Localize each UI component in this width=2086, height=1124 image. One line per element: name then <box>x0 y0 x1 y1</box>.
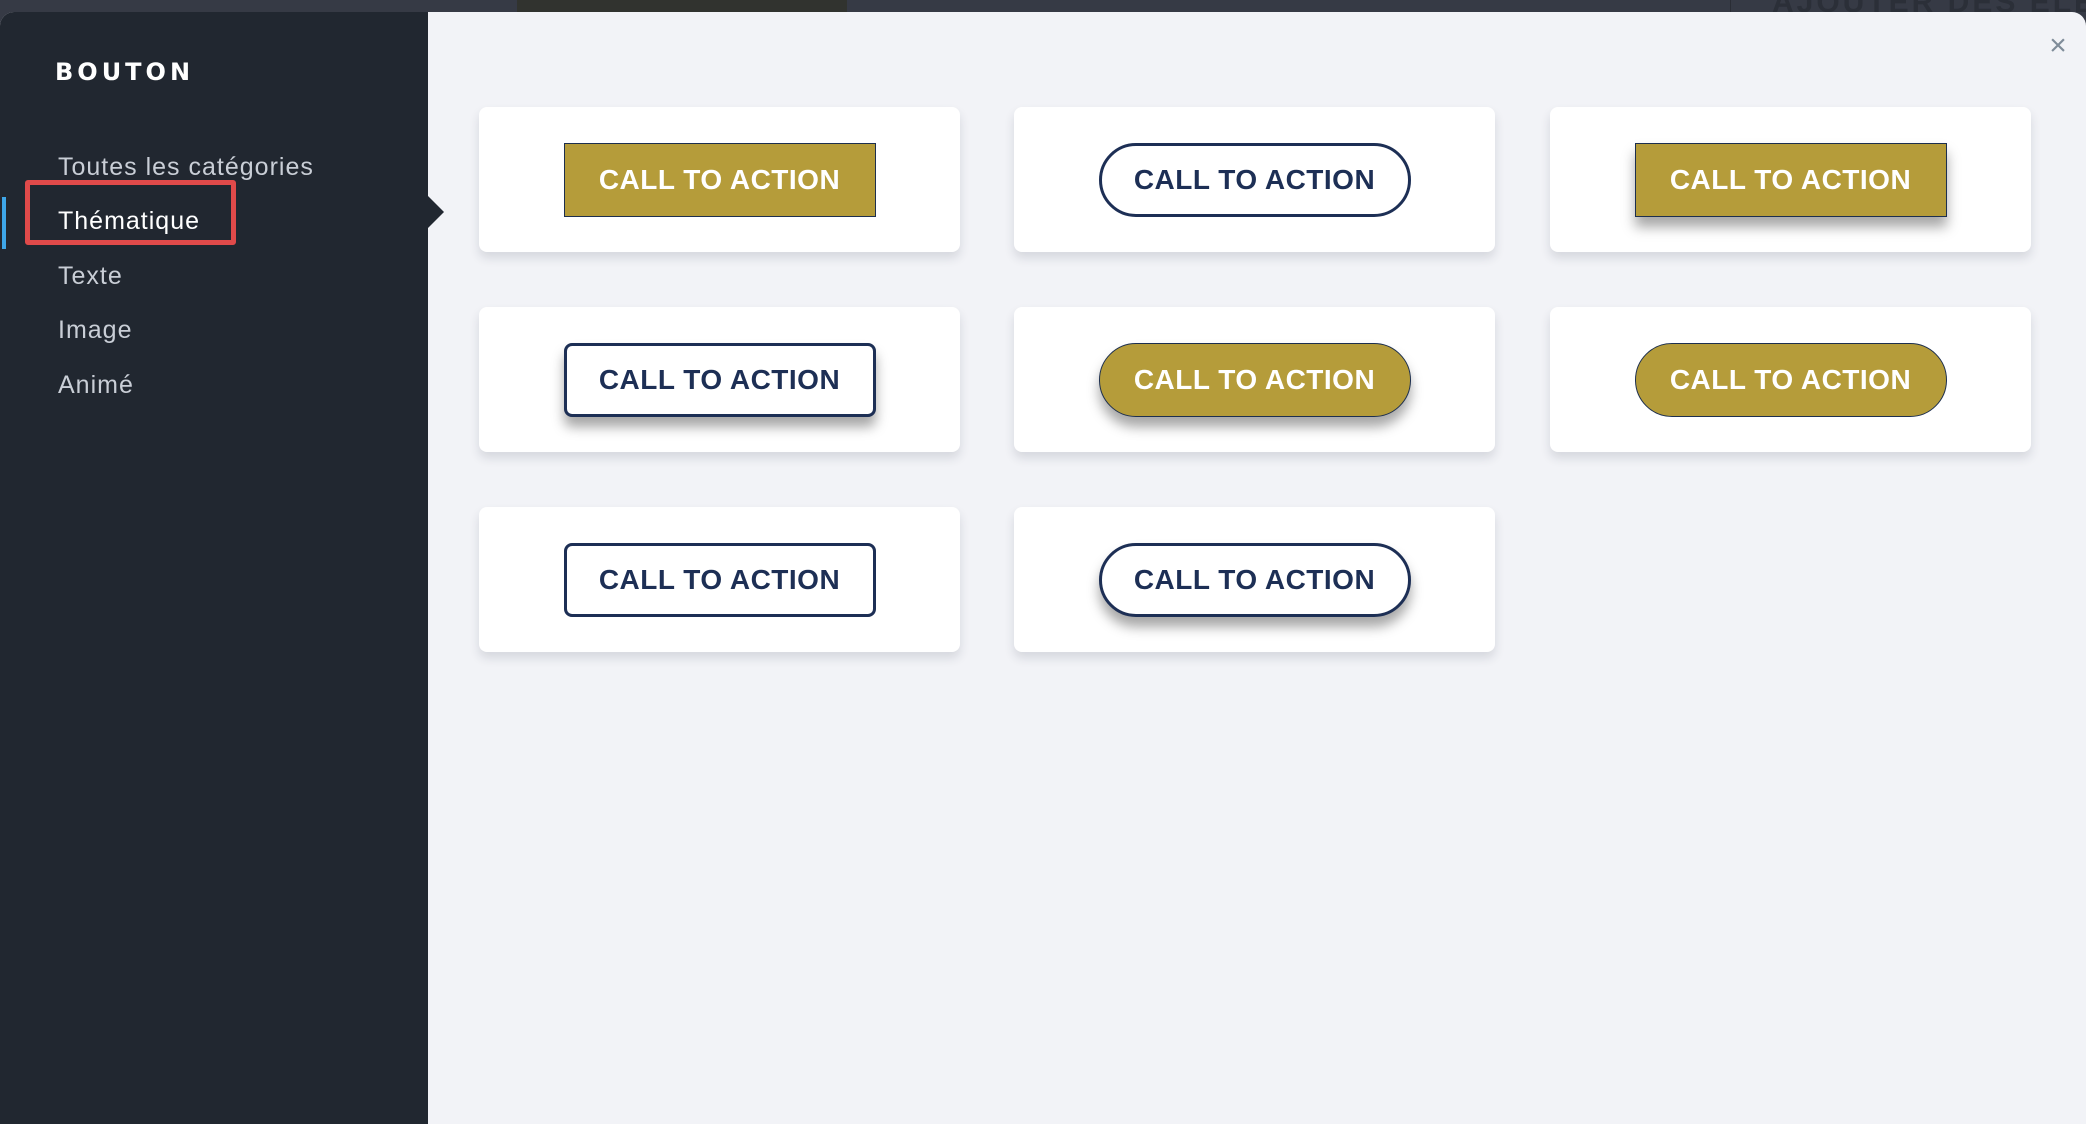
category-nav: Toutes les catégories Thématique Texte I… <box>0 140 428 413</box>
sidebar-item-label: Thématique <box>58 207 201 236</box>
button-template-card[interactable]: CALL TO ACTION <box>1014 507 1495 652</box>
button-template-card[interactable]: CALL TO ACTION <box>1550 107 2031 252</box>
sidebar-item-all-categories[interactable]: Toutes les catégories <box>0 140 428 195</box>
sidebar-item-image[interactable]: Image <box>0 304 428 359</box>
cta-button-gold-pill-shadow: CALL TO ACTION <box>1098 342 1411 417</box>
cta-button-outline-rounded-shadow: CALL TO ACTION <box>563 342 876 417</box>
cta-button-outline-rounded: CALL TO ACTION <box>563 542 876 617</box>
background-tab-segment <box>517 0 847 12</box>
sidebar-title: BOUTON <box>55 58 195 86</box>
cta-button-gold-pill: CALL TO ACTION <box>1634 342 1947 417</box>
cta-button-outline-pill: CALL TO ACTION <box>1098 142 1411 217</box>
background-divider <box>1730 0 1731 12</box>
cta-button-outline-pill-shadow: CALL TO ACTION <box>1098 542 1411 617</box>
button-picker-modal: BOUTON Toutes les catégories Thématique … <box>0 12 2086 1124</box>
button-template-card[interactable]: CALL TO ACTION <box>1014 307 1495 452</box>
sidebar-item-anime[interactable]: Animé <box>0 358 428 413</box>
sidebar-item-label: Texte <box>58 261 123 290</box>
button-template-card[interactable]: CALL TO ACTION <box>1550 307 2031 452</box>
cta-button-gold-square-shadow: CALL TO ACTION <box>1634 142 1947 217</box>
sidebar-item-texte[interactable]: Texte <box>0 249 428 304</box>
close-icon[interactable]: × <box>2044 31 2072 61</box>
button-template-card[interactable]: CALL TO ACTION <box>479 107 960 252</box>
sidebar-item-thematique[interactable]: Thématique <box>0 195 428 250</box>
sidebar-item-label: Toutes les catégories <box>58 152 314 181</box>
sidebar-item-label: Image <box>58 316 133 345</box>
background-top-bar: AJOUTER DES ÉLÉMEN <box>0 0 2086 19</box>
button-template-card[interactable]: CALL TO ACTION <box>479 307 960 452</box>
button-template-card[interactable]: CALL TO ACTION <box>1014 107 1495 252</box>
category-sidebar: BOUTON Toutes les catégories Thématique … <box>0 12 428 1124</box>
cta-button-gold-square: CALL TO ACTION <box>563 142 876 217</box>
button-template-card[interactable]: CALL TO ACTION <box>479 507 960 652</box>
active-category-pointer <box>428 196 444 228</box>
sidebar-item-label: Animé <box>58 370 134 399</box>
